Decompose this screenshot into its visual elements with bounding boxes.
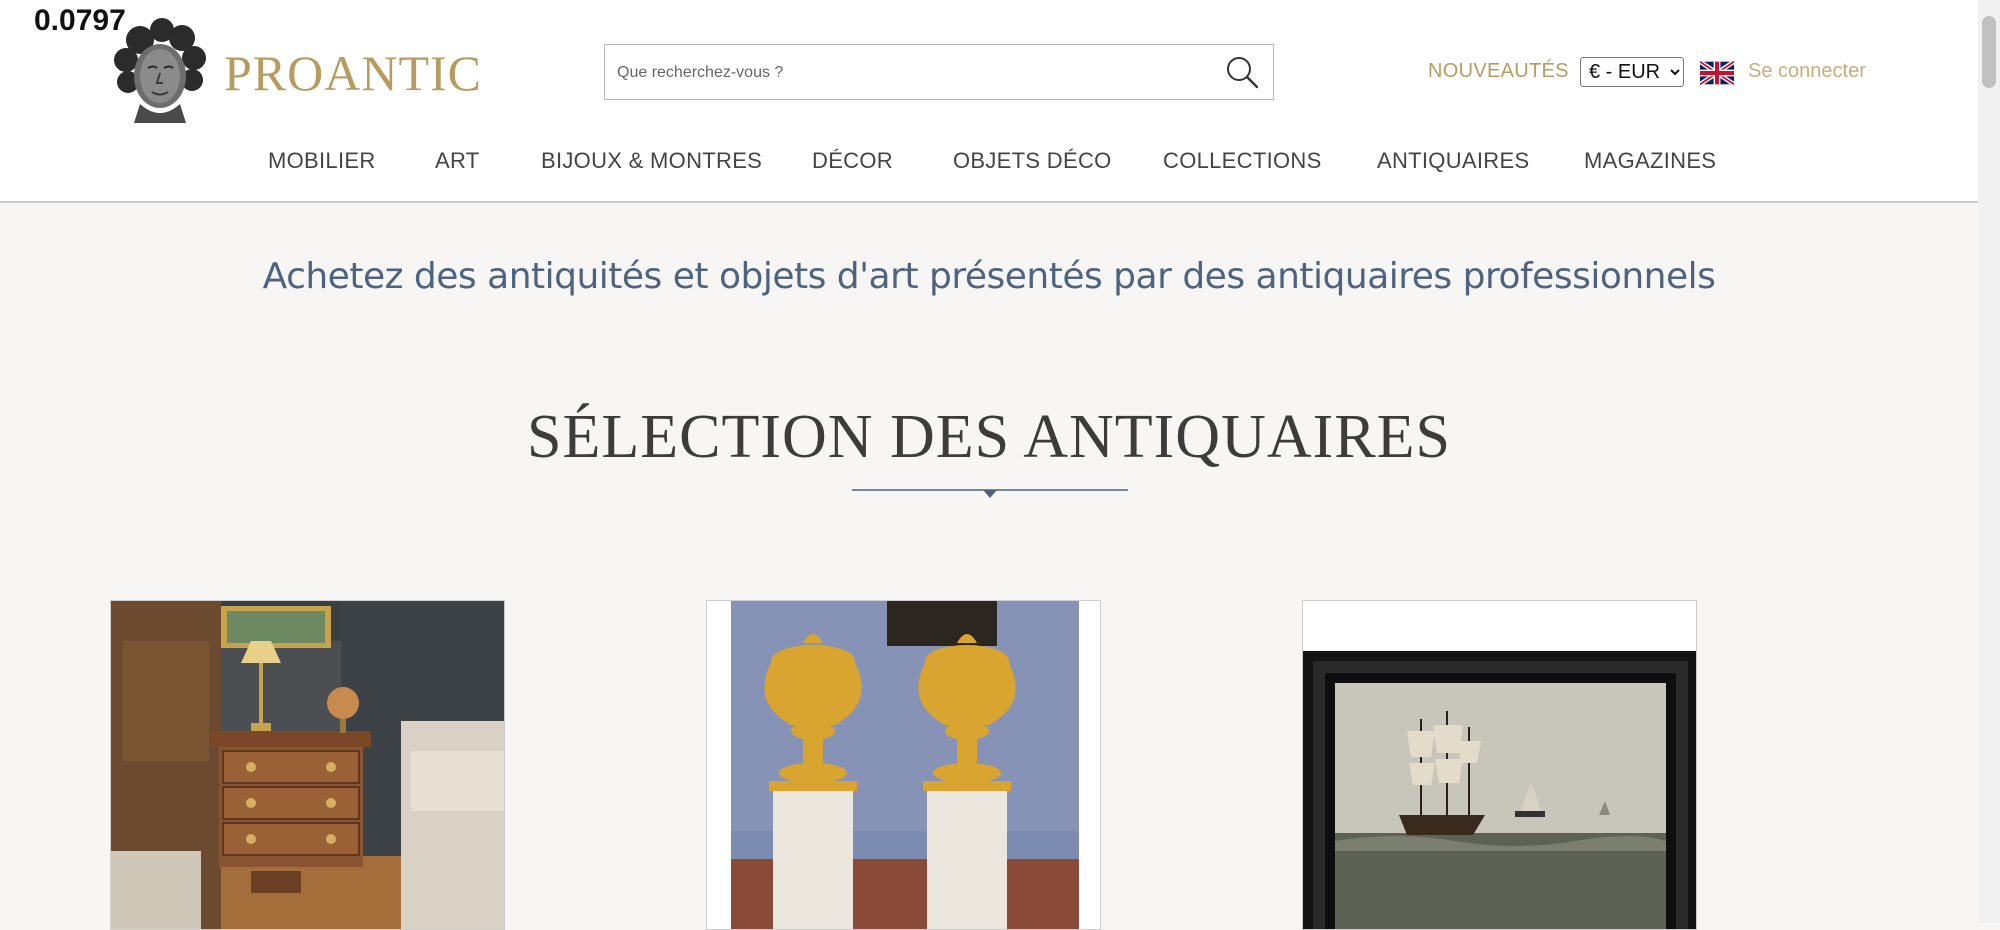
nav-item-magazines[interactable]: MAGAZINES [1584, 148, 1716, 174]
main-nav: MOBILIER ART BIJOUX & MONTRES DÉCOR OBJE… [0, 148, 1978, 178]
nav-item-art[interactable]: ART [435, 148, 480, 174]
nav-item-objets-deco[interactable]: OBJETS DÉCO [953, 148, 1112, 174]
search-input[interactable] [615, 45, 1209, 100]
currency-select[interactable]: € - EUR [1580, 57, 1684, 87]
page: 0.0797 PROANTIC Que recherchez-vous ? NO… [0, 0, 2000, 930]
logo-text: PROANTIC [224, 45, 483, 101]
nouveautes-link[interactable]: NOUVEAUTÉS [1428, 60, 1569, 83]
nav-item-mobilier[interactable]: MOBILIER [268, 148, 376, 174]
product-card-1[interactable] [110, 600, 505, 930]
tagline: Achetez des antiquités et objets d'art p… [262, 256, 1716, 297]
uk-flag-icon[interactable] [1700, 61, 1734, 85]
nav-item-antiquaires[interactable]: ANTIQUAIRES [1377, 148, 1529, 174]
nav-item-bijoux[interactable]: BIJOUX & MONTRES [541, 148, 762, 174]
section-divider [852, 489, 1128, 498]
nav-item-collections[interactable]: COLLECTIONS [1163, 148, 1322, 174]
search-box [604, 44, 1274, 100]
scrollbar-thumb[interactable] [1982, 16, 1996, 88]
site-header: PROANTIC NOUVEAUTÉS € - EUR Se connecter… [0, 0, 1978, 203]
nav-item-decor[interactable]: DÉCOR [812, 148, 893, 174]
marine-ship-painting-image [1303, 601, 1696, 929]
section-title: SÉLECTION DES ANTIQUAIRES [527, 403, 1451, 471]
login-link[interactable]: Se connecter [1748, 60, 1866, 83]
search-icon[interactable] [1225, 55, 1259, 89]
overlay-score: 0.0797 [34, 4, 126, 37]
product-card-3[interactable] [1302, 600, 1697, 930]
furniture-side-table-image [111, 601, 504, 929]
gilded-bronze-vases-image [707, 601, 1100, 929]
page-scrollbar[interactable] [1978, 0, 2000, 923]
product-card-2[interactable] [706, 600, 1101, 930]
